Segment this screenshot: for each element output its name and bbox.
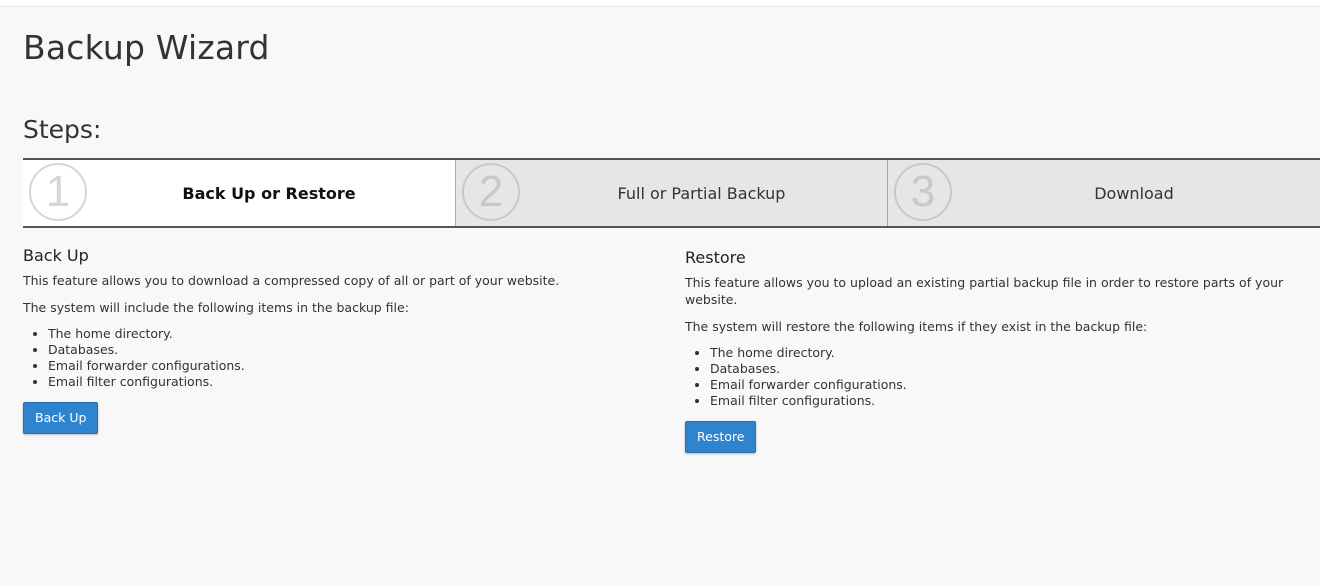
step-label: Full or Partial Backup (617, 183, 786, 203)
list-item: The home directory. (48, 326, 643, 342)
step-full-or-partial-backup: 2 Full or Partial Backup (455, 160, 887, 226)
back-up-button[interactable]: Back Up (23, 402, 99, 434)
page-title: Backup Wizard (23, 28, 270, 67)
restore-items-list: The home directory. Databases. Email for… (685, 345, 1305, 409)
list-item: Databases. (48, 342, 643, 358)
backup-heading: Back Up (23, 246, 89, 265)
list-item: Email filter configurations. (48, 374, 643, 390)
list-item: Databases. (710, 361, 1305, 377)
list-item: Email filter configurations. (710, 393, 1305, 409)
list-item: Email forwarder configurations. (48, 358, 643, 374)
restore-panel: Restore This feature allows you to uploa… (685, 248, 1305, 453)
step-number-1-icon: 1 (29, 163, 87, 221)
backup-description: This feature allows you to download a co… (23, 273, 560, 288)
step-download: 3 Download (887, 160, 1320, 226)
backup-wizard-page: Backup Wizard Steps: 1 Back Up or Restor… (0, 0, 1320, 586)
backup-items-list: The home directory. Databases. Email for… (23, 326, 643, 390)
backup-list-intro: The system will include the following it… (23, 300, 409, 315)
step-back-up-or-restore: 1 Back Up or Restore (23, 160, 455, 226)
steps-heading: Steps: (23, 115, 102, 144)
top-divider (0, 0, 1320, 7)
step-label: Download (1094, 183, 1174, 203)
step-number-3-icon: 3 (894, 163, 952, 221)
list-item: Email forwarder configurations. (710, 377, 1305, 393)
restore-button[interactable]: Restore (685, 421, 757, 453)
restore-description: This feature allows you to upload an exi… (685, 275, 1284, 307)
backup-panel: Back Up This feature allows you to downl… (23, 246, 643, 434)
wizard-steps: 1 Back Up or Restore 2 Full or Partial B… (23, 158, 1320, 228)
restore-heading: Restore (685, 248, 746, 267)
step-number-2-icon: 2 (462, 163, 520, 221)
restore-list-intro: The system will restore the following it… (685, 319, 1148, 334)
list-item: The home directory. (710, 345, 1305, 361)
step-label: Back Up or Restore (182, 183, 356, 203)
